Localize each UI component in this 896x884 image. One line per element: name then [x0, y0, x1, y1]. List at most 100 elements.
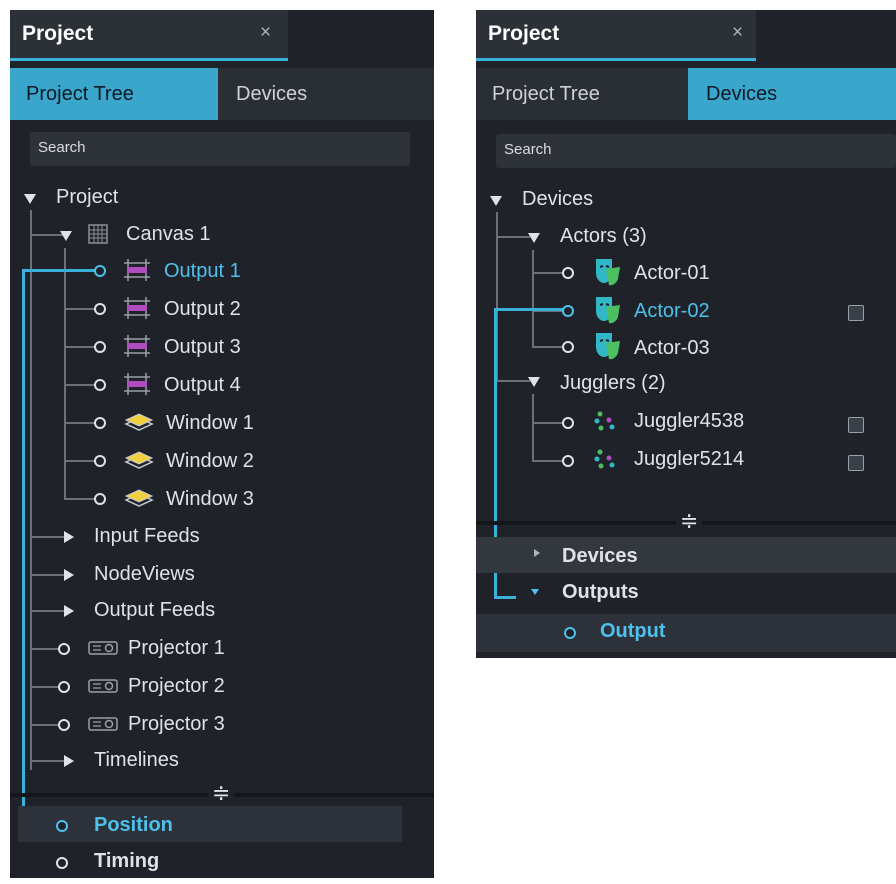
- link-line: [22, 269, 96, 272]
- tree-item-jugglers-group[interactable]: Jugglers (2): [560, 372, 666, 395]
- network-node-icon[interactable]: [848, 455, 864, 471]
- tree-item-window-1[interactable]: Window 1: [166, 412, 254, 435]
- close-icon[interactable]: ×: [260, 22, 271, 44]
- tab-project-tree[interactable]: Project Tree: [476, 68, 688, 120]
- tree-item-output-1[interactable]: Output 1: [164, 260, 241, 283]
- expand-arrow-icon[interactable]: [531, 589, 539, 595]
- tree-item-devices[interactable]: Devices: [522, 188, 593, 211]
- collapse-arrow-icon[interactable]: [64, 569, 74, 581]
- bottom-item-output[interactable]: Output: [600, 620, 666, 643]
- link-dot-icon[interactable]: [94, 379, 106, 391]
- collapse-arrow-icon[interactable]: [64, 531, 74, 543]
- tree-item-projector-1[interactable]: Projector 1: [128, 637, 225, 660]
- tree-item-juggler4538[interactable]: Juggler4538: [634, 410, 744, 433]
- tree-item-actors-group[interactable]: Actors (3): [560, 225, 647, 248]
- bottom-item-position[interactable]: Position: [94, 814, 173, 837]
- link-dot-icon[interactable]: [562, 305, 574, 317]
- project-title-tab[interactable]: Project ×: [476, 10, 756, 61]
- link-dot-icon[interactable]: [58, 681, 70, 693]
- actor-mask-icon: [596, 333, 620, 360]
- network-node-icon[interactable]: [848, 417, 864, 433]
- search-input[interactable]: Search: [496, 134, 896, 168]
- link-dot-icon[interactable]: [562, 417, 574, 429]
- tree-line: [64, 308, 96, 310]
- splitter-handle-icon[interactable]: ≑: [676, 510, 703, 532]
- actor-mask-icon: [596, 297, 620, 324]
- link-dot-icon[interactable]: [94, 265, 106, 277]
- section-label-outputs[interactable]: Outputs: [562, 581, 639, 604]
- tree-item-output-feeds[interactable]: Output Feeds: [94, 599, 215, 622]
- close-icon[interactable]: ×: [732, 22, 743, 44]
- bottom-item-timing[interactable]: Timing: [94, 850, 159, 873]
- tree-item-juggler5214[interactable]: Juggler5214: [634, 448, 744, 471]
- tree-line: [532, 272, 564, 274]
- splitter-handle-icon[interactable]: ≑: [208, 782, 235, 804]
- project-title-tab[interactable]: Project ×: [10, 10, 288, 61]
- expand-arrow-icon[interactable]: [24, 194, 36, 204]
- tree-item-project[interactable]: Project: [56, 186, 118, 209]
- link-dot-icon[interactable]: [94, 493, 106, 505]
- window-layers-icon: [124, 451, 154, 469]
- tree-line: [30, 234, 64, 236]
- tree-line: [532, 250, 534, 348]
- panel-header: Project ×: [476, 10, 896, 62]
- link-dot-icon[interactable]: [94, 455, 106, 467]
- link-dot-icon[interactable]: [562, 341, 574, 353]
- link-dot-icon[interactable]: [562, 267, 574, 279]
- link-dot-icon[interactable]: [56, 820, 68, 832]
- section-label-devices: Devices: [562, 545, 638, 567]
- tree-item-window-3[interactable]: Window 3: [166, 488, 254, 511]
- tree-line: [30, 648, 60, 650]
- link-line: [22, 269, 25, 827]
- link-line: [494, 308, 564, 311]
- tree-item-output-3[interactable]: Output 3: [164, 336, 241, 359]
- tree-item-output-4[interactable]: Output 4: [164, 374, 241, 397]
- tree-item-projector-2[interactable]: Projector 2: [128, 675, 225, 698]
- tree-item-input-feeds[interactable]: Input Feeds: [94, 525, 200, 548]
- tree-item-projector-3[interactable]: Projector 3: [128, 713, 225, 736]
- tab-devices[interactable]: Devices: [218, 68, 434, 120]
- tree-item-canvas[interactable]: Canvas 1: [126, 223, 211, 246]
- tree-line: [64, 460, 96, 462]
- tree-line: [496, 380, 530, 382]
- tree-line: [532, 346, 564, 348]
- projector-icon: [88, 717, 118, 731]
- collapse-arrow-icon[interactable]: [534, 549, 540, 557]
- link-dot-icon[interactable]: [58, 643, 70, 655]
- panel-header: Project ×: [10, 10, 434, 62]
- link-dot-icon[interactable]: [58, 719, 70, 731]
- tree-line: [64, 498, 96, 500]
- tree-line: [30, 610, 64, 612]
- expand-arrow-icon[interactable]: [528, 377, 540, 387]
- link-dot-icon[interactable]: [56, 857, 68, 869]
- tree-item-actor-01[interactable]: Actor-01: [634, 262, 710, 285]
- tree-line: [30, 574, 64, 576]
- tab-project-tree[interactable]: Project Tree: [10, 68, 218, 120]
- tab-devices[interactable]: Devices: [688, 68, 896, 120]
- tree-item-nodeviews[interactable]: NodeViews: [94, 563, 195, 586]
- collapse-arrow-icon[interactable]: [64, 755, 74, 767]
- link-dot-icon[interactable]: [94, 417, 106, 429]
- tab-bar: Project Tree Devices: [476, 68, 896, 120]
- link-dot-icon[interactable]: [562, 455, 574, 467]
- search-input[interactable]: Search: [30, 132, 410, 166]
- tree-item-actor-02[interactable]: Actor-02: [634, 300, 710, 323]
- panel-title: Project: [22, 22, 94, 45]
- network-node-icon[interactable]: [848, 305, 864, 321]
- projector-icon: [88, 641, 118, 655]
- tree-line: [30, 686, 60, 688]
- output-icon: [124, 335, 150, 357]
- tree-item-window-2[interactable]: Window 2: [166, 450, 254, 473]
- project-panel-right: Project × Project Tree Devices Search De…: [476, 10, 896, 658]
- tree-item-output-2[interactable]: Output 2: [164, 298, 241, 321]
- expand-arrow-icon[interactable]: [60, 231, 72, 241]
- link-dot-icon[interactable]: [564, 627, 576, 639]
- link-dot-icon[interactable]: [94, 303, 106, 315]
- tree-item-timelines[interactable]: Timelines: [94, 749, 179, 772]
- expand-arrow-icon[interactable]: [528, 233, 540, 243]
- expand-arrow-icon[interactable]: [490, 196, 502, 206]
- tree-item-actor-03[interactable]: Actor-03: [634, 337, 710, 360]
- project-panel-left: Project × Project Tree Devices Search Pr…: [10, 10, 434, 878]
- collapse-arrow-icon[interactable]: [64, 605, 74, 617]
- link-dot-icon[interactable]: [94, 341, 106, 353]
